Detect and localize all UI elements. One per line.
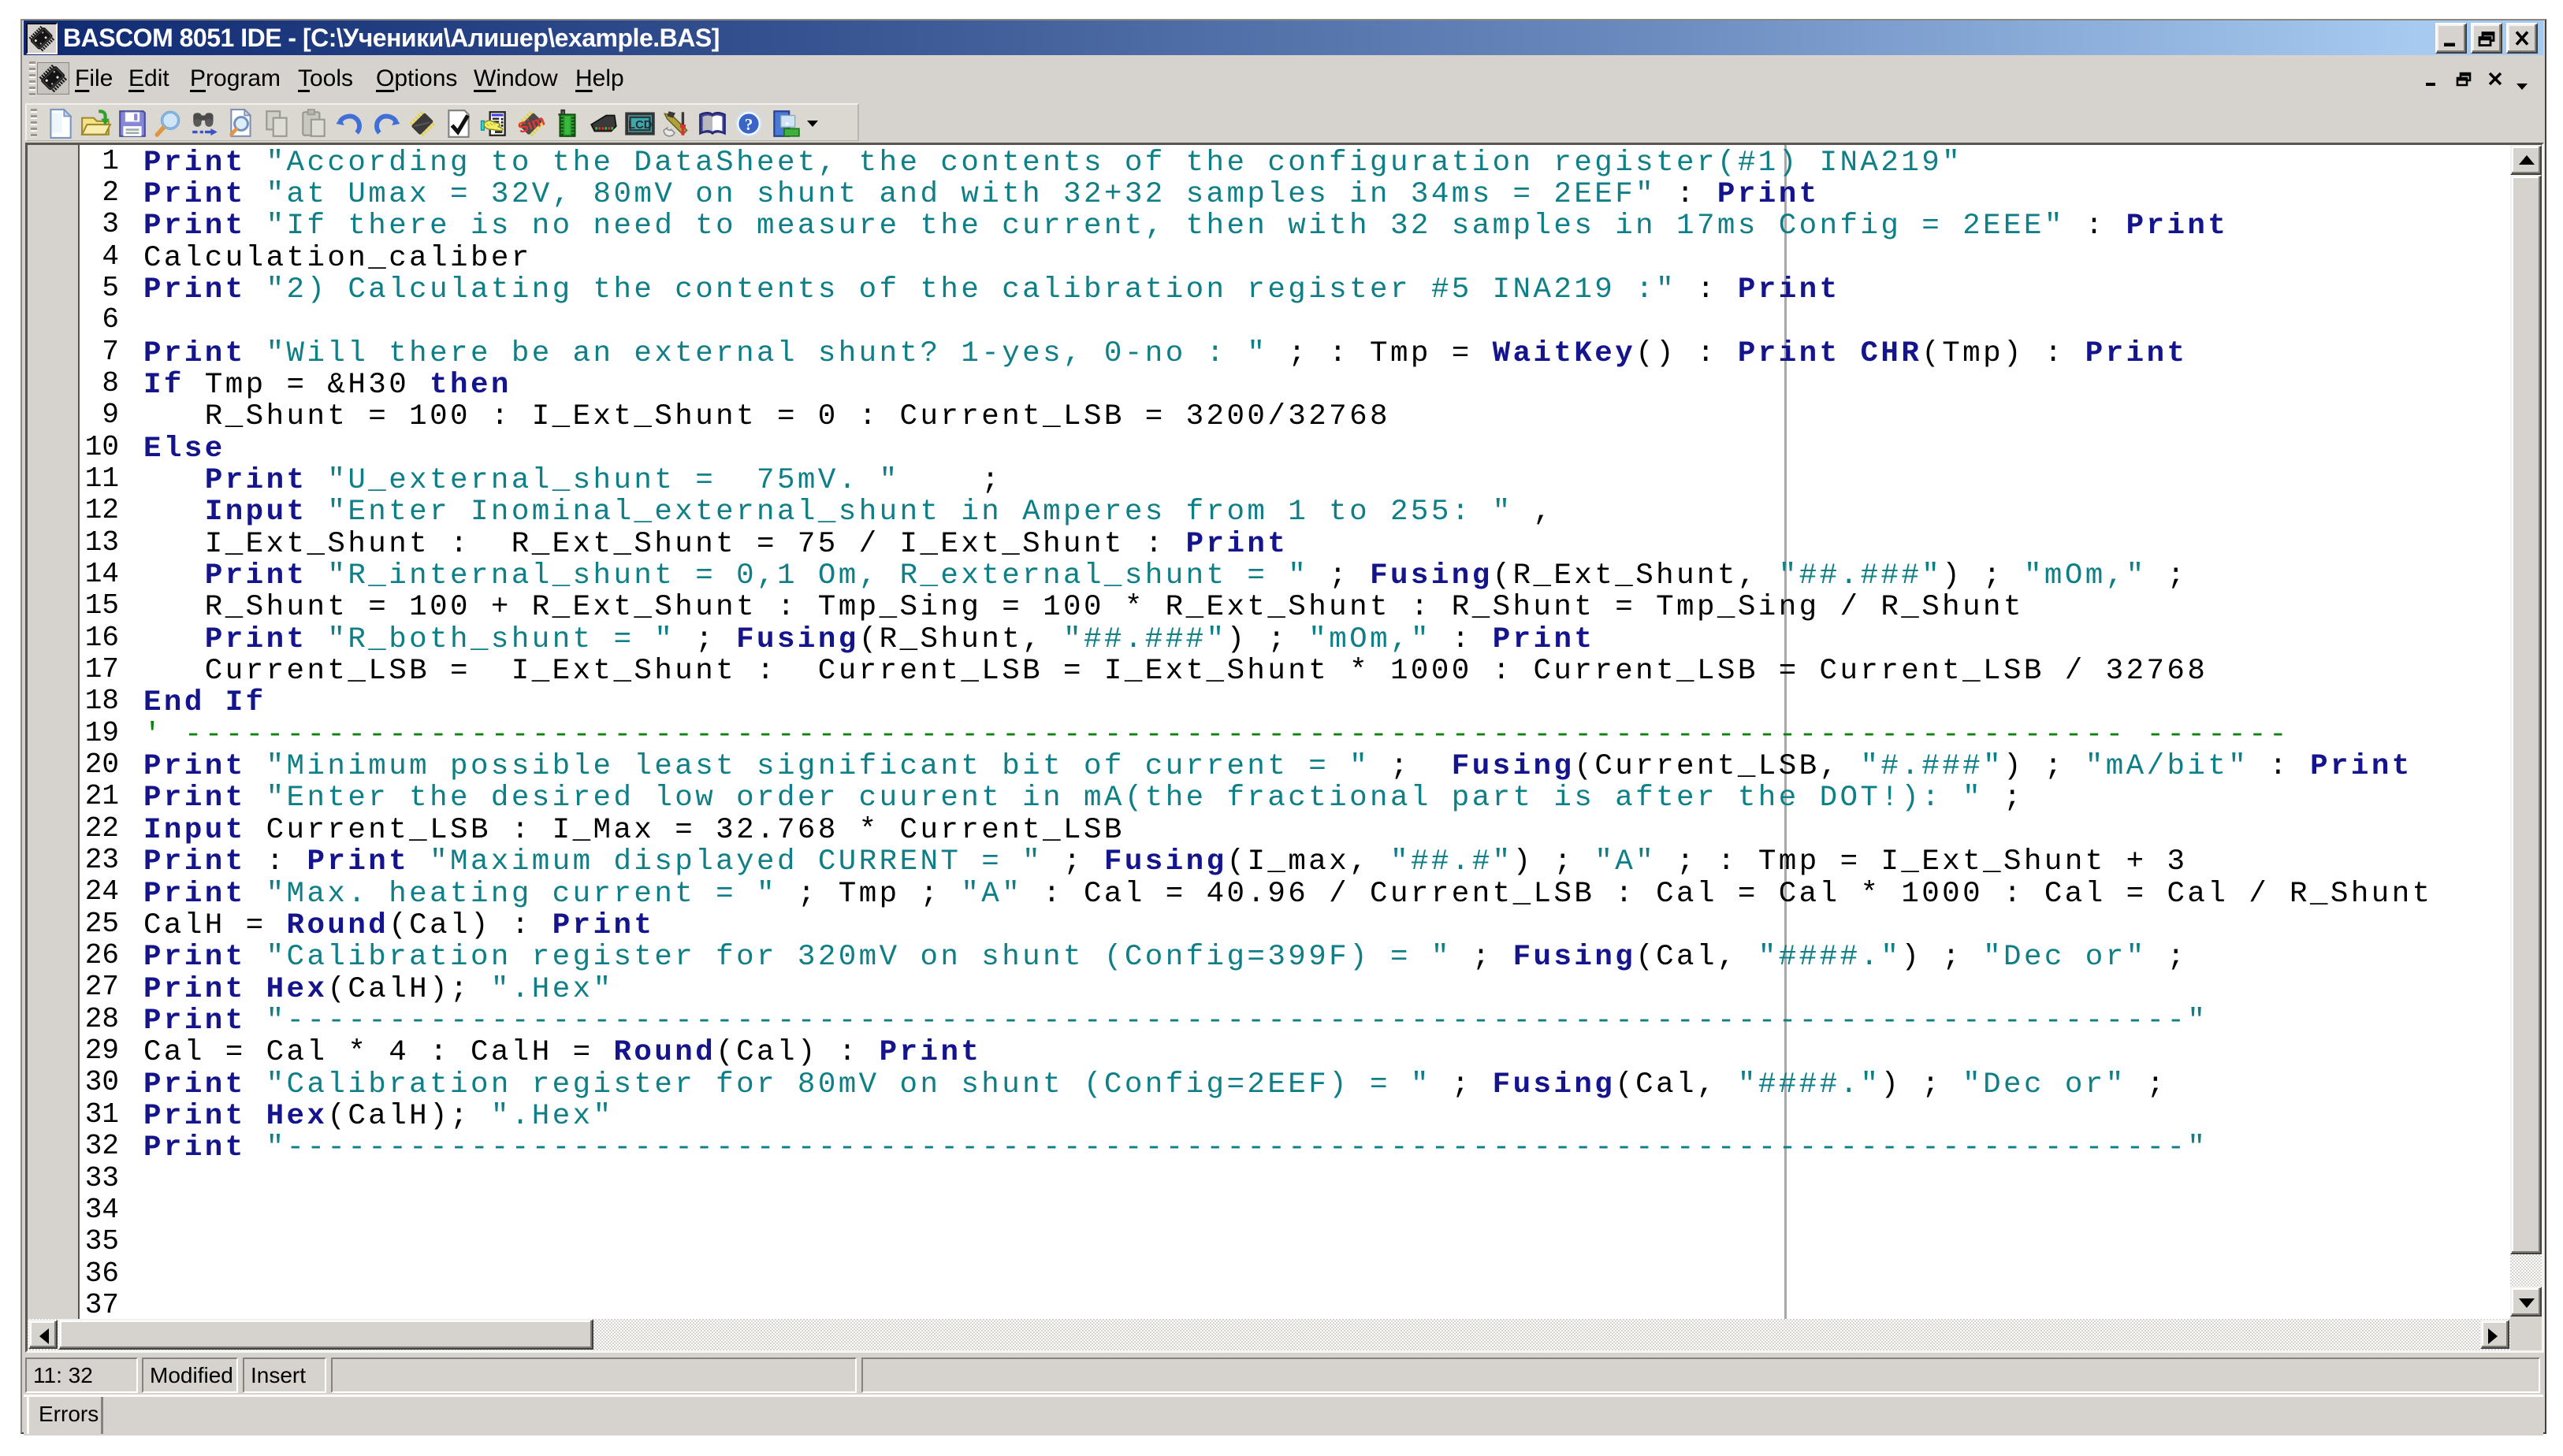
- svg-text:Sim: Sim: [516, 113, 547, 138]
- svg-text:?: ?: [745, 115, 753, 134]
- svg-text:LCD: LCD: [628, 119, 653, 132]
